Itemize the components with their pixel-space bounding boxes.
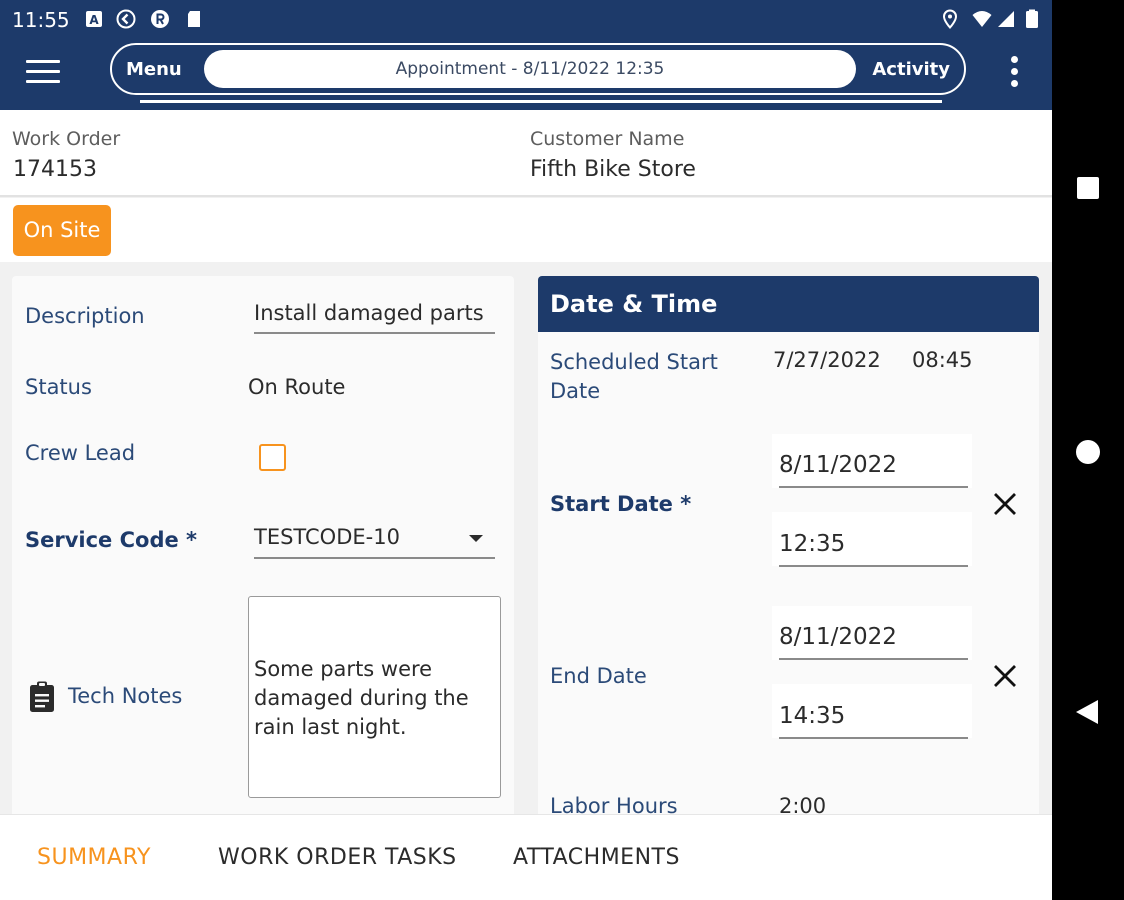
chevron-down-icon[interactable] bbox=[469, 535, 483, 542]
scheduled-start-time: 08:45 bbox=[912, 348, 973, 372]
more-options-icon[interactable] bbox=[1006, 56, 1022, 94]
tech-notes-label: Tech Notes bbox=[68, 684, 183, 708]
wifi-icon bbox=[972, 9, 992, 29]
location-icon bbox=[940, 9, 960, 29]
service-code-underline bbox=[254, 557, 495, 559]
on-site-button[interactable]: On Site bbox=[13, 205, 111, 256]
start-time-input[interactable]: 12:35 bbox=[779, 531, 845, 557]
start-time-underline bbox=[779, 565, 968, 567]
status-time: 11:55 bbox=[12, 8, 70, 32]
tech-notes-textarea[interactable]: Some parts were damaged during the rain … bbox=[248, 596, 501, 798]
scheduled-start-date: 7/27/2022 bbox=[773, 348, 881, 372]
crew-lead-label: Crew Lead bbox=[25, 441, 136, 465]
app-screen: 11:55 A Menu Appointment - 8/11/2022 12:… bbox=[0, 0, 1052, 900]
start-date-input[interactable]: 8/11/2022 bbox=[779, 452, 897, 478]
start-date-underline bbox=[779, 486, 968, 488]
status-strip: On Site bbox=[0, 198, 1052, 262]
circle-r-icon bbox=[150, 9, 170, 29]
description-label: Description bbox=[25, 304, 145, 328]
service-code-select[interactable]: TESTCODE-10 bbox=[254, 525, 400, 549]
circle-back-icon bbox=[116, 9, 136, 29]
battery-icon bbox=[1022, 9, 1042, 29]
tech-notes-text: Some parts were damaged during the rain … bbox=[254, 657, 469, 739]
start-date-label: Start Date * bbox=[550, 492, 692, 516]
scheduled-start-label: Scheduled Start Date bbox=[550, 350, 718, 403]
date-time-title: Date & Time bbox=[538, 276, 1039, 332]
sd-card-icon bbox=[184, 9, 204, 29]
status-value: On Route bbox=[248, 375, 346, 399]
clear-start-date-icon[interactable] bbox=[992, 491, 1018, 517]
menu-button[interactable]: Menu bbox=[126, 59, 182, 80]
end-time-underline bbox=[779, 737, 968, 739]
svg-text:A: A bbox=[89, 13, 99, 27]
customer-name-value: Fifth Bike Store bbox=[530, 157, 696, 182]
customer-name-label: Customer Name bbox=[530, 128, 685, 150]
service-code-label: Service Code * bbox=[25, 528, 198, 552]
work-order-value: 174153 bbox=[13, 157, 97, 182]
appointment-title-button[interactable]: Appointment - 8/11/2022 12:35 bbox=[204, 50, 856, 88]
tab-summary[interactable]: SUMMARY bbox=[37, 845, 151, 870]
clear-end-date-icon[interactable] bbox=[992, 663, 1018, 689]
date-time-card: Date & Time Scheduled Start Date 7/27/20… bbox=[538, 276, 1039, 836]
description-field[interactable]: Install damaged parts bbox=[254, 301, 484, 325]
crew-lead-checkbox[interactable] bbox=[259, 444, 286, 471]
header-segment-control: Menu Appointment - 8/11/2022 12:35 Activ… bbox=[110, 43, 966, 95]
work-order-label: Work Order bbox=[12, 128, 121, 150]
details-card: Description Install damaged parts Status… bbox=[12, 276, 514, 836]
clipboard-icon bbox=[28, 681, 56, 713]
activity-button[interactable]: Activity bbox=[872, 59, 950, 80]
back-icon[interactable] bbox=[1076, 700, 1098, 724]
end-date-underline bbox=[779, 658, 968, 660]
status-label: Status bbox=[25, 375, 92, 399]
end-date-label: End Date bbox=[550, 664, 647, 688]
recents-icon[interactable] bbox=[1077, 177, 1099, 199]
tab-work-order-tasks[interactable]: WORK ORDER TASKS bbox=[218, 845, 457, 870]
end-time-input[interactable]: 14:35 bbox=[779, 703, 845, 729]
status-bar: 11:55 A bbox=[0, 0, 1052, 40]
bottom-tab-bar: SUMMARY WORK ORDER TASKS ATTACHMENTS bbox=[0, 814, 1052, 900]
description-underline bbox=[254, 332, 495, 334]
tab-attachments[interactable]: ATTACHMENTS bbox=[513, 845, 680, 870]
end-date-input[interactable]: 8/11/2022 bbox=[779, 624, 897, 650]
work-order-header: Work Order 174153 Customer Name Fifth Bi… bbox=[0, 110, 1052, 197]
app-bar: Menu Appointment - 8/11/2022 12:35 Activ… bbox=[0, 40, 1052, 110]
home-icon[interactable] bbox=[1076, 440, 1100, 464]
header-underline bbox=[140, 100, 942, 103]
a-box-icon: A bbox=[84, 9, 104, 29]
system-navigation-bar bbox=[1052, 0, 1124, 900]
hamburger-menu-icon[interactable] bbox=[26, 60, 60, 90]
signal-icon bbox=[996, 9, 1016, 29]
